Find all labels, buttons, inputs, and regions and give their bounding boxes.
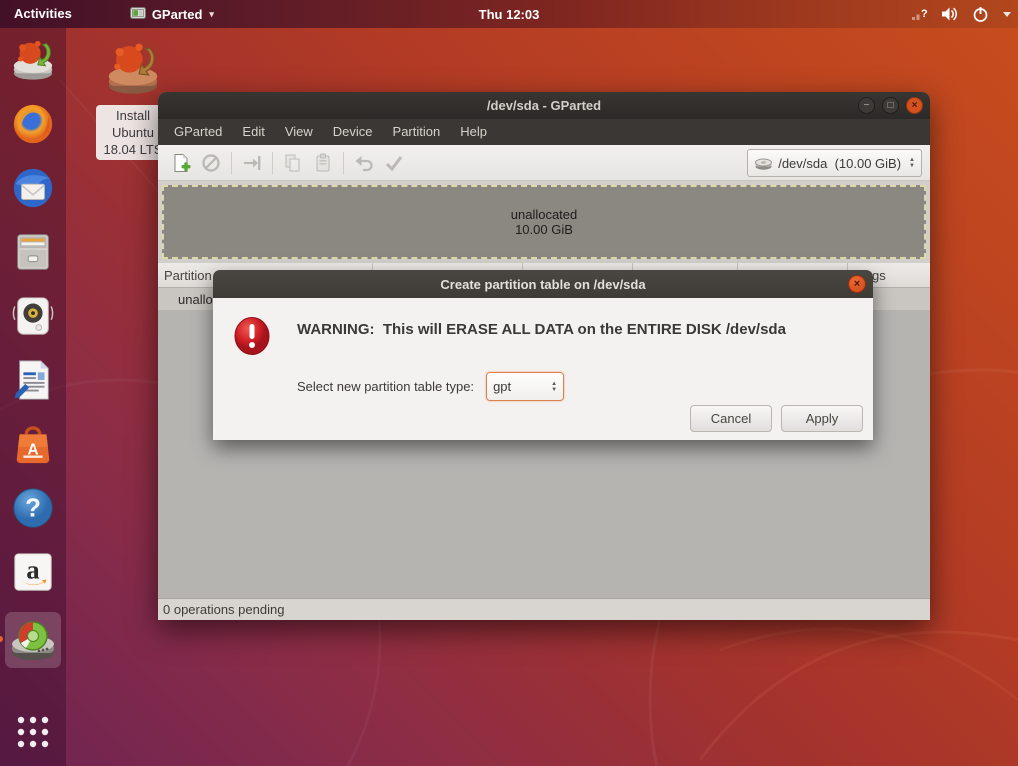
install-ubuntu-icon [13,40,53,80]
copy-button[interactable] [278,149,308,177]
dock-item-rhythmbox[interactable] [9,292,57,340]
apps-grid-icon [17,716,49,748]
dock-item-files[interactable] [9,228,57,276]
warning-icon [234,317,270,355]
warning-text: WARNING: This will ERASE ALL DATA on the… [297,321,786,338]
dock-item-help[interactable]: ? [9,484,57,532]
device-selector[interactable]: /dev/sda (10.00 GiB) ▲ ▼ [747,149,922,177]
svg-text:a: a [26,555,40,585]
svg-text:?: ? [25,495,41,523]
partition-visual-area: unallocated 10.00 GiB [158,181,930,263]
menu-help[interactable]: Help [450,119,497,145]
help-icon: ? [13,488,53,528]
libreoffice-writer-icon [14,360,49,400]
partition-table-type-value: gpt [493,379,512,394]
device-selector-spinner[interactable]: ▲ ▼ [909,157,915,169]
new-partition-icon [174,153,191,172]
toolbar: /dev/sda (10.00 GiB) ▲ ▼ [158,145,930,181]
install-ubuntu-desktop-icon [108,43,158,94]
menu-bar: GParted Edit View Device Partition Help [158,119,930,145]
dock-item-libreoffice-writer[interactable] [9,356,57,404]
menu-partition[interactable]: Partition [383,119,451,145]
dialog-apply-button[interactable]: Apply [781,405,863,432]
rhythmbox-icon [12,297,54,335]
disk-icon [755,158,773,170]
toolbar-separator [231,151,232,174]
dialog-close-button[interactable]: × [848,275,866,293]
apply-button[interactable] [379,149,409,177]
resize-move-button[interactable] [237,149,267,177]
dock-item-firefox[interactable] [9,100,57,148]
apply-icon [385,155,403,171]
app-menu-label: GParted [151,6,203,22]
new-partition-button[interactable] [166,149,196,177]
files-icon [17,234,49,270]
amazon-icon: a [14,553,52,591]
app-menu-caret-icon: ▾ [209,8,214,19]
delete-partition-button[interactable] [196,149,226,177]
menu-view[interactable]: View [275,119,323,145]
window-titlebar[interactable]: /dev/sda - GParted − □ × [158,92,930,119]
menu-gparted[interactable]: GParted [164,119,232,145]
window-title: /dev/sda - GParted [486,98,602,113]
thunderbird-icon [13,168,53,208]
dock-item-thunderbird[interactable] [9,164,57,212]
svg-text:?: ? [921,8,928,20]
desktop: Activities GParted ▾ Thu 12:03 ? A ? a I… [0,0,1018,766]
status-bar: 0 operations pending [158,598,930,620]
firefox-icon [13,104,53,144]
system-status-area[interactable]: ? [911,0,1012,28]
resize-move-icon [244,155,261,170]
unallocated-partition-visual[interactable]: unallocated 10.00 GiB [162,185,926,259]
copy-icon [285,154,300,171]
device-selector-value: /dev/sda (10.00 GiB) [778,155,902,171]
ubuntu-software-icon: A [16,426,50,464]
cancel-button[interactable]: Cancel [690,405,772,432]
undo-icon [355,155,373,171]
menu-edit[interactable]: Edit [232,119,274,145]
partition-visual-size: 10.00 GiB [515,222,573,237]
top-bar: Activities GParted ▾ Thu 12:03 ? [0,0,1018,28]
gparted-app-icon [129,7,146,19]
gparted-icon [12,621,54,660]
close-button[interactable]: × [906,97,923,114]
select-type-label: Select new partition table type: [297,379,475,394]
undo-button[interactable] [349,149,379,177]
delete-partition-icon [202,153,220,172]
dock-item-ubuntu-software[interactable]: A [9,420,57,468]
partition-visual-label: unallocated [510,207,578,222]
menu-device[interactable]: Device [323,119,383,145]
partition-table-type-combo[interactable]: gpt ▲ ▼ [486,372,565,401]
network-unknown-icon: ? [912,8,928,20]
dialog-body: WARNING: This will ERASE ALL DATA on the… [213,298,873,440]
combo-spinner: ▲ ▼ [551,380,558,393]
create-partition-table-dialog: Create partition table on /dev/sda × WAR… [213,270,873,440]
power-icon [973,6,988,22]
show-applications-button[interactable] [9,708,57,756]
paste-button[interactable] [308,149,338,177]
paste-icon [316,153,330,171]
dialog-titlebar[interactable]: Create partition table on /dev/sda × [213,270,873,298]
toolbar-separator [272,151,273,174]
maximize-button[interactable]: □ [882,97,899,114]
toolbar-separator [343,151,344,174]
chevron-down-icon [1003,11,1011,17]
minimize-button[interactable]: − [858,97,875,114]
dock-item-install-ubuntu[interactable] [9,36,57,84]
dock-item-amazon[interactable]: a [9,548,57,596]
dock: A ? a [0,28,66,766]
activities-button[interactable]: Activities [0,0,86,28]
dock-item-gparted[interactable] [0,612,61,668]
app-menu[interactable]: GParted ▾ [129,0,214,28]
volume-icon [942,7,957,21]
dialog-title: Create partition table on /dev/sda [440,276,646,292]
